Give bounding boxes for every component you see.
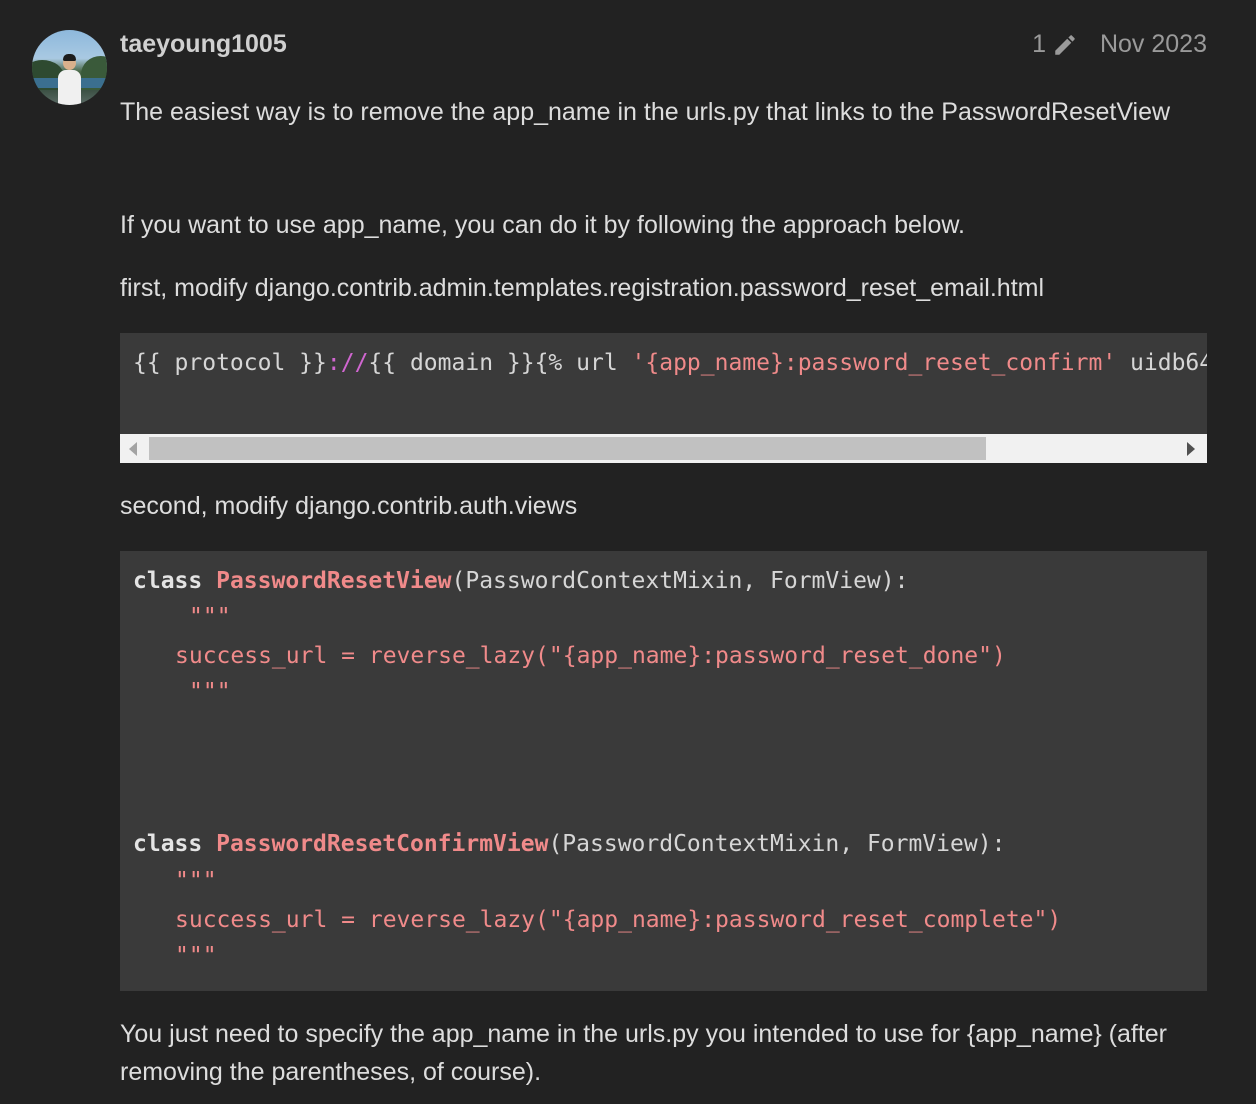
scrollbar-thumb[interactable] [149,437,986,460]
code-line: success_url = reverse_lazy("{app_name}:p… [175,907,1062,933]
avatar-person [58,70,81,105]
pencil-icon [1055,34,1075,55]
code-token: {{ domain }}{% url [368,350,632,376]
code-docstring: """ [189,679,231,705]
code-line: class PasswordResetConfirmView(PasswordC… [133,831,1005,857]
code-block-views[interactable]: class PasswordResetView(PasswordContextM… [120,551,1207,991]
code-block-template[interactable]: {{ protocol }}://{{ domain }}{% url '{ap… [120,333,1207,434]
horizontal-scrollbar[interactable] [120,434,1207,463]
post-meta: 1 Nov 2023 [1032,30,1207,59]
code-class-name: PasswordResetView [216,568,452,594]
user-avatar[interactable] [32,30,107,105]
code-string: '{app_name}:password_reset_confirm' [631,350,1117,376]
code-class-name: PasswordResetConfirmView [216,831,549,857]
code-docstring: """ [175,868,217,894]
code-line: {{ protocol }}://{{ domain }}{% url '{ap… [133,350,1207,376]
code-token: uidb64 [1116,350,1207,376]
code-keyword: class [133,831,203,857]
scroll-right-icon[interactable] [1187,442,1195,456]
scroll-left-icon[interactable] [129,442,137,456]
code-token: :// [326,350,369,376]
post-paragraph: The easiest way is to remove the app_nam… [120,98,1171,126]
post-paragraph: second, modify django.contrib.auth.views [120,492,578,520]
edit-history-button[interactable]: 1 [1032,30,1078,59]
post-paragraph: first, modify django.contrib.admin.templ… [120,274,1045,302]
code-line: class PasswordResetView(PasswordContextM… [133,568,908,594]
code-line: success_url = reverse_lazy("{app_name}:p… [175,643,1006,669]
post-paragraph: removing the parentheses, of course). [120,1058,542,1086]
code-keyword: class [133,568,203,594]
edit-count: 1 [1032,30,1046,58]
code-token: (PasswordContextMixin, FormView): [548,831,1006,857]
post-paragraph: If you want to use app_name, you can do … [120,211,965,239]
avatar-person-hair [63,54,76,61]
code-docstring: """ [175,943,217,969]
code-token: {{ protocol }} [133,350,327,376]
post-username[interactable]: taeyoung1005 [120,30,287,59]
post-paragraph: You just need to specify the app_name in… [120,1020,1168,1048]
code-docstring: """ [189,604,231,630]
post-date[interactable]: Nov 2023 [1100,30,1207,59]
code-token: (PasswordContextMixin, FormView): [451,568,909,594]
